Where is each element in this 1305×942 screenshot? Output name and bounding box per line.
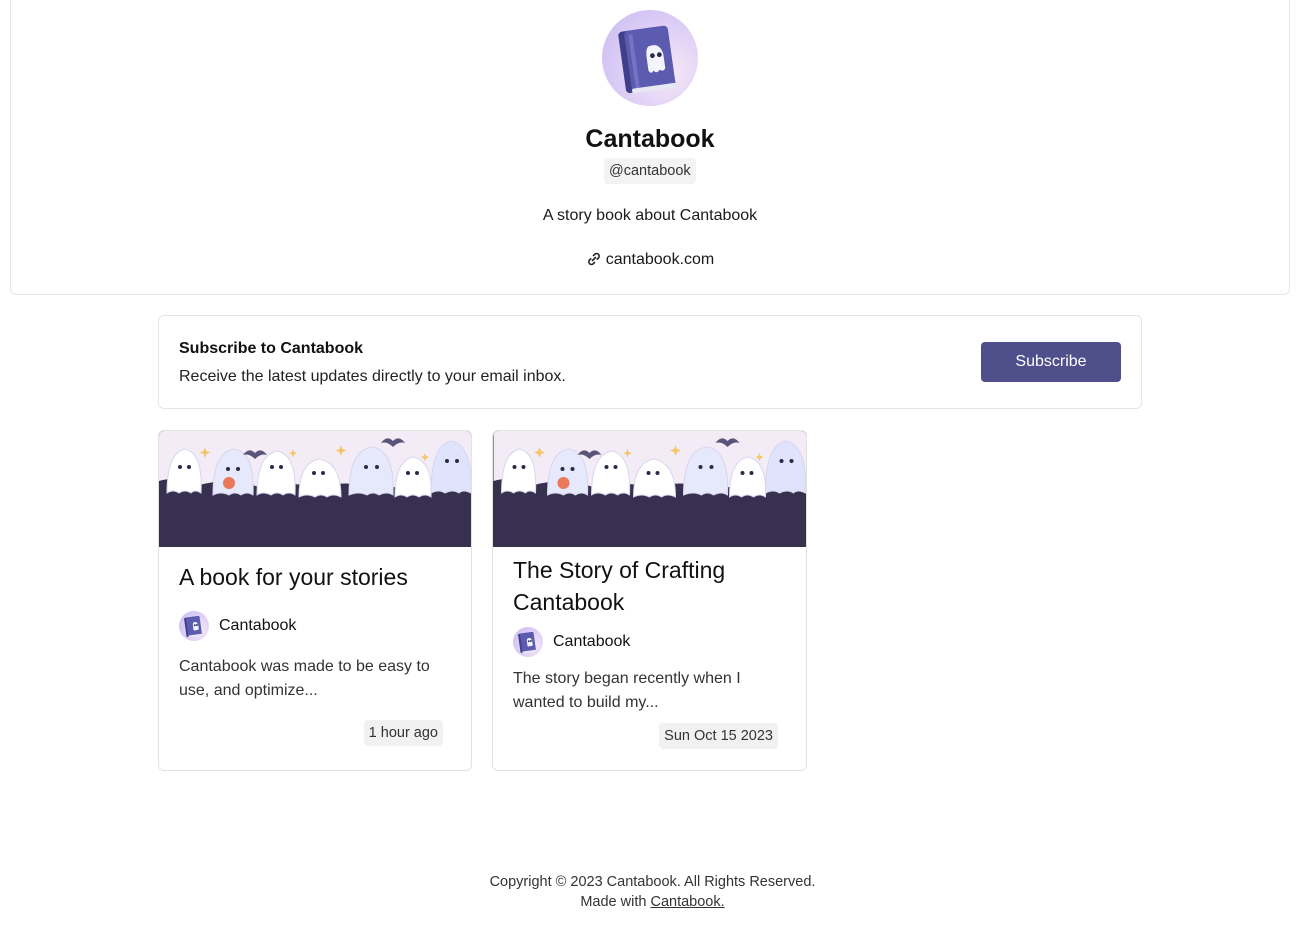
profile-card: Cantabook @cantabook A story book about … <box>10 0 1290 295</box>
link-icon <box>587 252 600 266</box>
post-cover-image <box>159 431 471 547</box>
footer-made-with: Made with Cantabook. <box>0 892 1305 912</box>
subscribe-button[interactable]: Subscribe <box>981 342 1121 382</box>
post-excerpt: The story began recently when I wanted t… <box>513 670 741 711</box>
post-date: Sun Oct 15 2023 <box>659 723 778 749</box>
book-ghost-logo-icon <box>518 631 537 654</box>
subscribe-description: Receive the latest updates directly to y… <box>179 368 566 385</box>
book-ghost-logo-icon <box>618 25 676 94</box>
post-title[interactable]: A book for your stories <box>179 561 408 593</box>
book-ghost-logo-icon <box>184 615 203 638</box>
website-link[interactable]: cantabook.com <box>11 251 1289 269</box>
author-name: Cantabook <box>219 617 297 634</box>
author-avatar <box>513 627 543 657</box>
made-with-prefix: Made with <box>580 894 647 910</box>
post-card[interactable]: The Story of Crafting Cantabook Cantaboo… <box>492 430 807 771</box>
profile-bio: A story book about Cantabook <box>542 207 758 224</box>
post-date: 1 hour ago <box>363 720 443 746</box>
subscribe-box: Subscribe to Cantabook Receive the lates… <box>158 315 1142 409</box>
website-label: cantabook.com <box>605 251 715 268</box>
post-author: Cantabook <box>513 626 630 658</box>
made-with-link[interactable]: Cantabook. <box>650 894 724 910</box>
footer: Copyright © 2023 Cantabook. All Rights R… <box>0 872 1305 912</box>
post-title[interactable]: The Story of Crafting Cantabook <box>513 554 783 618</box>
profile-avatar <box>602 10 698 106</box>
profile-handle: @cantabook <box>604 158 696 184</box>
post-author: Cantabook <box>179 610 296 642</box>
subscribe-title: Subscribe to Cantabook <box>179 340 364 357</box>
post-excerpt: Cantabook was made to be easy to use, an… <box>179 658 430 699</box>
profile-name: Cantabook <box>585 125 715 153</box>
post-cover-image <box>493 431 806 547</box>
post-card[interactable]: A book for your stories Cantabook Cantab… <box>158 430 472 771</box>
footer-copyright: Copyright © 2023 Cantabook. All Rights R… <box>489 874 816 890</box>
author-name: Cantabook <box>553 633 631 650</box>
author-avatar <box>179 611 209 641</box>
